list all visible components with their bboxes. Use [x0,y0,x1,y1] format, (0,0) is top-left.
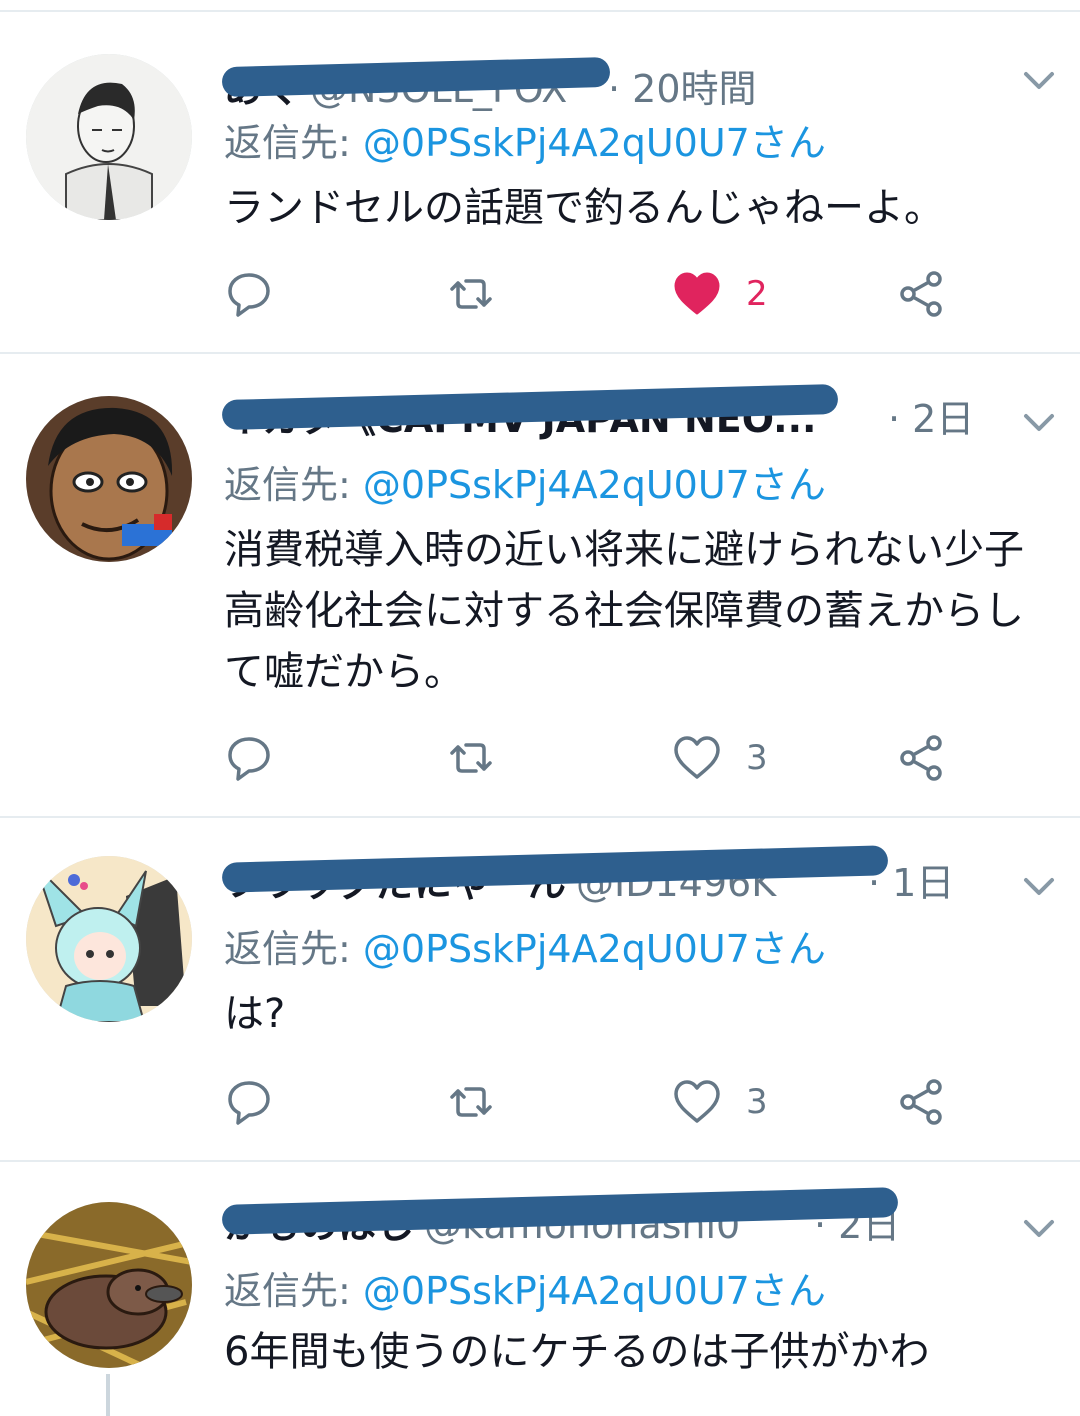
avatar[interactable] [26,54,192,220]
tweet-1[interactable]: あく@N3OLL_FOX · 20時間 返信先: @0PSskPj4A2qU0U… [0,12,1080,354]
reply-context: 返信先: @0PSskPj4A2qU0U7さん [224,1266,826,1316]
tweet-text: ランドセルの話題で釣るんじゃねーよ。 [224,185,944,231]
avatar-image [26,856,192,1022]
timestamp[interactable]: · 20時間 [608,64,757,114]
chevron-down-icon[interactable] [1020,60,1058,98]
retweet-icon [450,1087,492,1117]
tweet-text: 消費税導入時の近い将来に避けられない少子高齢化社会に対する社会保障費の蓄えからし… [224,527,1024,695]
timestamp[interactable]: · 2日 [888,394,974,444]
chevron-down-icon[interactable] [1020,866,1058,904]
share-button[interactable] [896,728,946,788]
reply-context: 返信先: @0PSskPj4A2qU0U7さん [224,460,826,510]
avatar[interactable] [26,1202,192,1368]
reply-mention-link[interactable]: @0PSskPj4A2qU0U7さん [363,927,826,971]
reply-mention-link[interactable]: @0PSskPj4A2qU0U7さん [363,463,826,507]
heart-icon [674,1080,720,1123]
reply-button[interactable] [224,264,298,324]
share-button[interactable] [896,264,946,324]
reply-context: 返信先: @0PSskPj4A2qU0U7さん [224,924,826,974]
reply-mention-link[interactable]: @0PSskPj4A2qU0U7さん [363,1269,826,1313]
reply-to-label: 返信先: [224,1269,351,1313]
tweet-3[interactable]: フラッグだにゃーん@ID1496K · 1日 返信先: @0PSskPj4A2q… [0,818,1080,1162]
tweet-text: 6年間も使うのにケチるのは子供がかわ [224,1329,930,1375]
reply-button[interactable] [224,1072,298,1132]
reply-button[interactable] [224,728,298,788]
like-button[interactable]: 3 [672,728,768,788]
retweet-button[interactable] [446,728,520,788]
tweet-2[interactable]: イカタ《CAPMV JAPAN NEO... · 2日 返信先: @0PSskP… [0,354,1080,818]
tweet-actions: 2 [224,264,964,324]
retweet-button[interactable] [446,1072,520,1132]
tweet-actions: 3 [224,728,964,788]
reply-icon [228,737,270,781]
share-icon [900,271,942,317]
heart-icon [674,272,720,315]
reply-to-label: 返信先: [224,463,351,507]
like-button[interactable]: 2 [672,264,768,324]
reply-icon [228,1081,270,1125]
avatar[interactable] [26,396,192,562]
chevron-down-icon[interactable] [1020,1208,1058,1246]
share-icon [900,735,942,781]
like-count: 3 [746,738,768,778]
tweet-text: は? [224,991,286,1037]
thread-connector-line [106,1374,110,1416]
avatar[interactable] [26,856,192,1022]
avatar-image [26,1202,192,1368]
like-count: 3 [746,1082,768,1122]
share-button[interactable] [896,1072,946,1132]
avatar-image [26,396,192,562]
retweet-icon [450,279,492,309]
reply-to-label: 返信先: [224,121,351,165]
reply-context: 返信先: @0PSskPj4A2qU0U7さん [224,118,826,168]
share-icon [900,1079,942,1125]
reply-icon [228,273,270,317]
tweet-4[interactable]: かものはし@kamonohashi0 · 2日 返信先: @0PSskPj4A2… [0,1162,1080,1416]
avatar-image [26,54,192,220]
reply-mention-link[interactable]: @0PSskPj4A2qU0U7さん [363,121,826,165]
retweet-icon [450,743,492,773]
heart-icon [674,736,720,779]
tweet-actions: 3 [224,1072,964,1132]
retweet-button[interactable] [446,264,520,324]
like-button[interactable]: 3 [672,1072,768,1132]
reply-to-label: 返信先: [224,927,351,971]
like-count: 2 [746,274,768,314]
chevron-down-icon[interactable] [1020,402,1058,440]
